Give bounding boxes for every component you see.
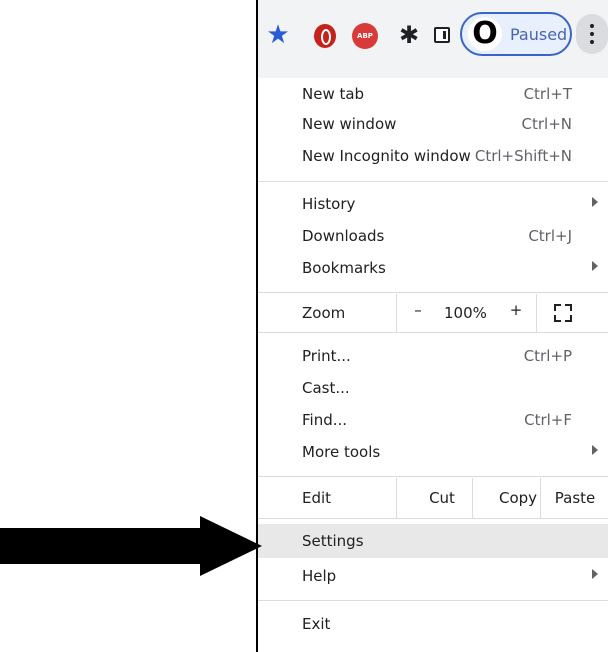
menu-item-new-window[interactable]: New window Ctrl+N [258, 108, 608, 140]
zoom-label: Zoom [302, 304, 346, 322]
opera-icon[interactable] [314, 24, 336, 48]
menu-divider [258, 476, 608, 477]
browser-window: ★ ABP ✱ O Paused New tab Ctrl+T New wind… [256, 0, 608, 652]
menu-divider [258, 181, 608, 182]
menu-item-label: New tab [302, 85, 365, 103]
menu-item-label: Cast... [302, 379, 350, 397]
puzzle-icon[interactable]: ✱ [398, 22, 420, 48]
menu-item-label: History [302, 195, 356, 213]
menu-item-shortcut: Ctrl+Shift+N [474, 147, 572, 165]
zoom-level: 100% [444, 304, 487, 322]
zoom-divider [396, 294, 397, 332]
edit-label: Edit [302, 489, 332, 507]
paste-button[interactable]: Paste [540, 478, 608, 518]
menu-item-label: Downloads [302, 227, 385, 245]
menu-item-label: Settings [302, 532, 364, 550]
menu-item-label: New Incognito window [302, 147, 471, 165]
browser-toolbar: ★ ABP ✱ O Paused [258, 0, 608, 78]
edit-row: Edit Cut Copy Paste [258, 478, 608, 518]
fullscreen-icon[interactable] [554, 304, 572, 322]
menu-item-label: Exit [302, 615, 331, 633]
abp-icon[interactable]: ABP [352, 23, 378, 49]
profile-status: Paused [510, 25, 568, 44]
menu-item-downloads[interactable]: Downloads Ctrl+J [258, 220, 608, 252]
menu-item-label: New window [302, 115, 397, 133]
zoom-in-button[interactable]: + [504, 301, 528, 327]
menu-item-find[interactable]: Find... Ctrl+F [258, 404, 608, 436]
menu-item-history[interactable]: History [258, 188, 608, 220]
menu-item-new-incognito[interactable]: New Incognito window Ctrl+Shift+N [258, 140, 608, 172]
zoom-out-button[interactable]: – [406, 301, 430, 327]
menu-item-print[interactable]: Print... Ctrl+P [258, 340, 608, 372]
menu-item-shortcut: Ctrl+N [521, 115, 572, 133]
menu-item-help[interactable]: Help [258, 560, 608, 592]
menu-item-new-tab[interactable]: New tab Ctrl+T [258, 78, 608, 110]
menu-item-bookmarks[interactable]: Bookmarks [258, 252, 608, 284]
menu-divider [258, 600, 608, 601]
menu-item-shortcut: Ctrl+T [523, 85, 572, 103]
submenu-arrow-icon [592, 261, 598, 271]
menu-item-label: Bookmarks [302, 259, 386, 277]
menu-item-exit[interactable]: Exit [258, 608, 608, 640]
menu-divider [258, 332, 608, 333]
profile-button[interactable]: O Paused [460, 12, 572, 56]
chrome-menu: New tab Ctrl+T New window Ctrl+N New Inc… [258, 78, 608, 652]
avatar: O [468, 17, 502, 51]
menu-item-more-tools[interactable]: More tools [258, 436, 608, 468]
menu-divider [258, 518, 608, 519]
menu-item-shortcut: Ctrl+F [524, 411, 572, 429]
menu-item-label: Print... [302, 347, 351, 365]
menu-item-label: Help [302, 567, 337, 585]
menu-item-shortcut: Ctrl+J [528, 227, 572, 245]
submenu-arrow-icon [592, 445, 598, 455]
menu-item-label: Find... [302, 411, 348, 429]
submenu-arrow-icon [592, 197, 598, 207]
menu-divider [258, 292, 608, 293]
menu-item-label: More tools [302, 443, 381, 461]
pointer-arrow-icon [0, 516, 262, 576]
abp-icon-text: ABP [357, 32, 373, 40]
side-panel-icon[interactable] [434, 27, 450, 43]
zoom-divider [536, 294, 537, 332]
avatar-letter: O [472, 16, 498, 51]
zoom-row: Zoom – 100% + [258, 294, 608, 332]
submenu-arrow-icon [592, 569, 598, 579]
menu-item-shortcut: Ctrl+P [523, 347, 572, 365]
menu-dots-icon[interactable] [576, 14, 608, 54]
menu-item-settings[interactable]: Settings [258, 524, 608, 558]
star-icon[interactable]: ★ [264, 20, 292, 50]
menu-item-cast[interactable]: Cast... [258, 372, 608, 404]
